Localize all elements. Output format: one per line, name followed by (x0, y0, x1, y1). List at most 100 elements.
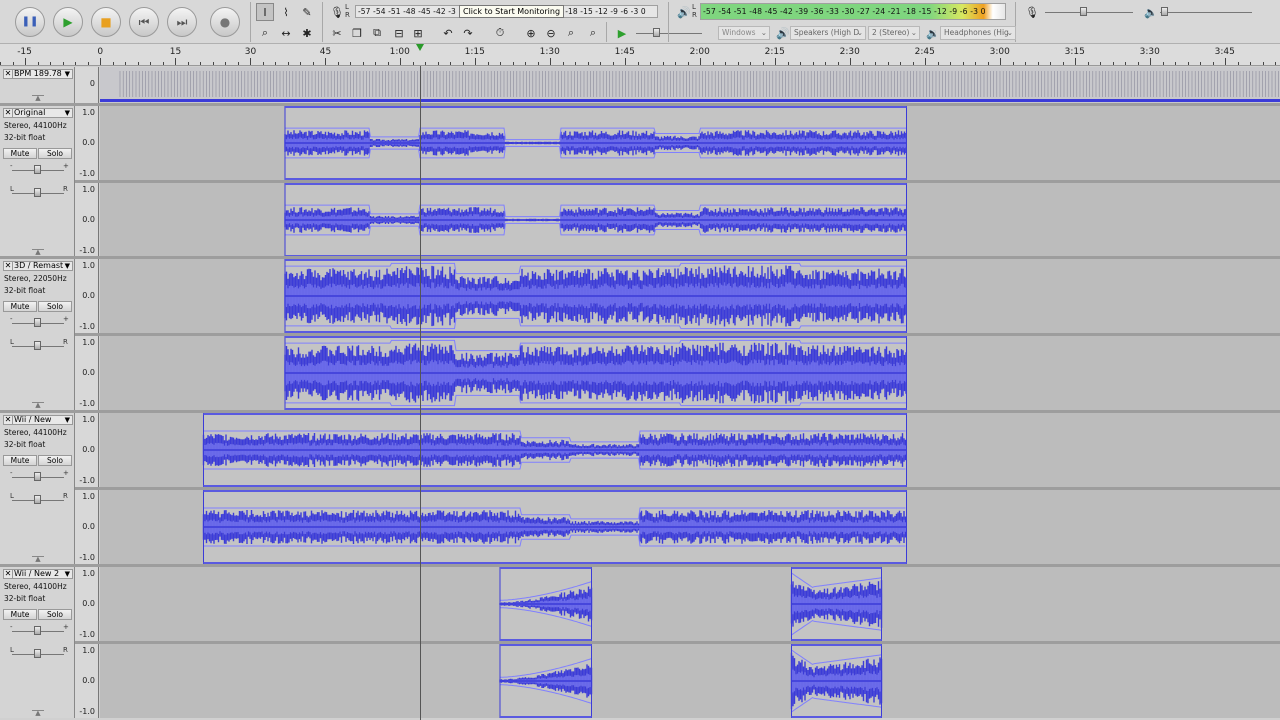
playback-volume-slider[interactable] (1161, 7, 1168, 16)
record-volume-slider[interactable] (1080, 7, 1087, 16)
cut-button[interactable]: ✂ (330, 24, 344, 42)
playback-meter-speaker[interactable]: 🔊 (675, 3, 693, 21)
ruler-tick (112, 62, 114, 65)
collapse-button[interactable]: ▲ (32, 710, 44, 717)
close-icon[interactable]: ✕ (4, 109, 13, 117)
bpm-track-lane[interactable] (100, 67, 1280, 103)
track-name-button[interactable]: ✕ Wii / New ▼ (3, 415, 73, 425)
zoom-tool[interactable]: ⌕ (256, 24, 274, 42)
skip-to-start-button[interactable]: ⏮ (129, 7, 159, 37)
playhead-marker[interactable] (416, 44, 424, 51)
paste-button[interactable]: ⧉ (370, 24, 384, 42)
mute-button[interactable]: Mute (3, 301, 37, 312)
ruler-tick (312, 62, 314, 65)
time-shift-tool[interactable]: ↔ (277, 24, 295, 42)
selection-tool[interactable]: I (256, 3, 274, 21)
waveform-lane[interactable] (100, 644, 1280, 718)
track-name-button[interactable]: ✕ 3D / Remast ▼ (3, 261, 73, 271)
solo-button[interactable]: Solo (38, 148, 72, 159)
redo-button[interactable]: ↷ (461, 24, 475, 42)
pause-button[interactable]: ❚❚ (15, 7, 45, 37)
close-icon[interactable]: ✕ (4, 570, 13, 578)
gain-slider[interactable] (34, 472, 41, 481)
amplitude-scale[interactable]: 1.0 0.0 -1.0 (75, 413, 99, 487)
record-button[interactable]: ● (210, 7, 240, 37)
track-rate: Stereo, 44100Hz (4, 428, 67, 437)
solo-button[interactable]: Solo (38, 609, 72, 620)
amplitude-scale[interactable]: 1.0 0.0 -1.0 (75, 490, 99, 564)
bpm-track-name-button[interactable]: ✕ BPM 189.78 ▼ (3, 69, 73, 79)
mute-button[interactable]: Mute (3, 455, 37, 466)
channels-select[interactable]: 2 (Stereo) ⌄ (868, 26, 920, 40)
waveform-lane[interactable] (100, 183, 1280, 257)
pan-slider[interactable] (34, 495, 41, 504)
solo-button[interactable]: Solo (38, 301, 72, 312)
amplitude-scale[interactable]: 1.0 0.0 -1.0 (75, 644, 99, 718)
amplitude-scale[interactable]: 1.0 0.0 -1.0 (75, 567, 99, 641)
sync-lock-button[interactable]: ⏱ (492, 24, 508, 42)
amplitude-scale[interactable]: 1.0 0.0 -1.0 (75, 106, 99, 180)
trim-button[interactable]: ⊟ (392, 24, 406, 42)
output-device-select[interactable]: Speakers (High D ⌄ (790, 26, 866, 40)
track-control-panel[interactable]: ✕ Wii / New 2 ▼ Stereo, 44100Hz 32-bit flo… (0, 567, 75, 718)
skip-to-end-button[interactable]: ⏭ (167, 7, 197, 37)
envelope-tool[interactable]: ⌇ (277, 3, 295, 21)
collapse-button[interactable]: ▲ (32, 95, 44, 102)
gain-slider[interactable] (34, 626, 41, 635)
ruler-tick (137, 62, 139, 65)
pan-right-label: R (63, 338, 68, 346)
amplitude-scale[interactable]: 1.0 0.0 -1.0 (75, 259, 99, 333)
pan-slider[interactable] (34, 341, 41, 350)
gain-slider[interactable] (34, 318, 41, 327)
ruler-label: 1:15 (464, 47, 485, 57)
multi-tool[interactable]: ✱ (298, 24, 316, 42)
gain-slider[interactable] (34, 165, 41, 174)
close-icon[interactable]: ✕ (4, 262, 13, 270)
pan-slider[interactable] (34, 649, 41, 658)
record-meter-mic[interactable]: 🎙 (328, 3, 346, 21)
zoom-in-button[interactable]: ⊕ (523, 24, 539, 42)
solo-button[interactable]: Solo (38, 455, 72, 466)
playback-meter[interactable]: -57 -54 -51 -48 -45 -42 -39 -36 -33 -30 … (700, 3, 1006, 20)
ruler-tick (1250, 62, 1251, 65)
track-control-panel[interactable]: ✕ Original ▼ Stereo, 44100Hz 32-bit float … (0, 106, 75, 257)
collapse-button[interactable]: ▲ (32, 249, 44, 256)
track-name-button[interactable]: ✕ Original ▼ (3, 108, 73, 118)
collapse-button[interactable]: ▲ (32, 402, 44, 409)
pan-slider[interactable] (34, 188, 41, 197)
collapse-button[interactable]: ▲ (32, 556, 44, 563)
mute-button[interactable]: Mute (3, 609, 37, 620)
gain-plus-label: + (63, 469, 69, 477)
play-at-speed-button[interactable]: ▶ (613, 24, 631, 42)
waveform-lane[interactable] (100, 259, 1280, 333)
track-control-panel[interactable]: ✕ 3D / Remast ▼ Stereo, 22050Hz 32-bit flo… (0, 259, 75, 410)
audio-host-select[interactable]: Windows ⌄ (718, 26, 770, 40)
mute-button[interactable]: Mute (3, 148, 37, 159)
amplitude-scale[interactable]: 1.0 0.0 -1.0 (75, 183, 99, 257)
silence-button[interactable]: ⊞ (411, 24, 425, 42)
stop-button[interactable]: ■ (91, 7, 121, 37)
ruler-tick (450, 62, 451, 65)
waveform-lane[interactable] (100, 413, 1280, 487)
ruler-tick (387, 62, 389, 65)
track-name-button[interactable]: ✕ Wii / New 2 ▼ (3, 569, 73, 579)
undo-button[interactable]: ↶ (441, 24, 455, 42)
close-icon[interactable]: ✕ (4, 70, 13, 78)
waveform-lane[interactable] (100, 336, 1280, 410)
waveform-lane[interactable] (100, 106, 1280, 180)
track-control-panel[interactable]: ✕ Wii / New ▼ Stereo, 44100Hz 32-bit float… (0, 413, 75, 564)
copy-button[interactable]: ❐ (350, 24, 364, 42)
timeline-ruler[interactable]: -15 0 15 30 45 1:00 1:15 1:30 1:45 2:00 2:15 2:30 2:… (0, 44, 1280, 66)
play-speed-slider[interactable] (653, 28, 660, 37)
zoom-out-button[interactable]: ⊖ (543, 24, 559, 42)
fit-project-button[interactable]: ⌕ (585, 24, 601, 42)
draw-tool[interactable]: ✎ (298, 3, 316, 21)
fit-selection-button[interactable]: ⌕ (563, 24, 579, 42)
waveform-lane[interactable] (100, 490, 1280, 564)
play-button[interactable]: ▶ (53, 7, 83, 37)
close-icon[interactable]: ✕ (4, 416, 13, 424)
input-device-select[interactable]: Headphones (Hig ⌄ (940, 26, 1016, 40)
ruler-tick (1200, 62, 1201, 65)
waveform-lane[interactable] (100, 567, 1280, 641)
amplitude-scale[interactable]: 1.0 0.0 -1.0 (75, 336, 99, 410)
